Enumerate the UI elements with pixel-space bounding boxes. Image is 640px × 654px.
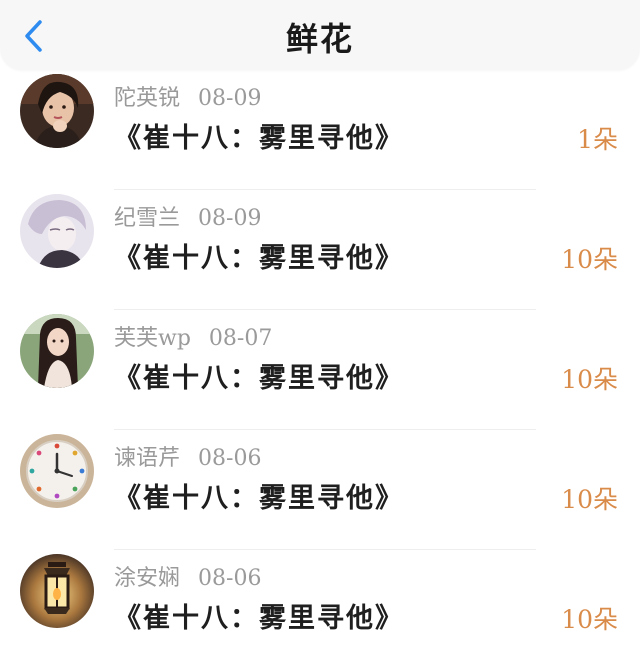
avatar[interactable] (20, 74, 94, 148)
list-item[interactable]: 纪雪兰 08-09 《崔十八：雾里寻他》 10朵 (0, 190, 640, 310)
sender-name: 纪雪兰 (114, 206, 181, 231)
page-title: 鲜花 (285, 20, 354, 58)
sender-meta: 涂安娴 08-06 (114, 560, 261, 592)
flower-count: 10朵 (561, 605, 618, 634)
list-item[interactable]: 芙芙wp 08-07 《崔十八：雾里寻他》 10朵 (0, 310, 640, 430)
book-title[interactable]: 《崔十八：雾里寻他》 (114, 116, 404, 155)
book-title[interactable]: 《崔十八：雾里寻他》 (114, 236, 404, 275)
flower-count: 10朵 (561, 245, 618, 274)
list-item[interactable]: 陀英锐 08-09 《崔十八：雾里寻他》 1朵 (0, 70, 640, 190)
send-date: 08-06 (198, 446, 262, 471)
book-title[interactable]: 《崔十八：雾里寻他》 (114, 356, 404, 395)
sender-name: 谏语芹 (114, 446, 181, 471)
sender-meta: 芙芙wp 08-07 (114, 320, 272, 352)
send-date: 08-07 (208, 326, 273, 351)
flower-list: 陀英锐 08-09 《崔十八：雾里寻他》 1朵 纪雪兰 08-09 《崔十八：雾里寻… (0, 70, 640, 654)
avatar[interactable] (20, 434, 94, 508)
sender-name: 陀英锐 (114, 86, 181, 111)
avatar[interactable] (20, 194, 94, 268)
list-item[interactable]: 谏语芹 08-06 《崔十八：雾里寻他》 10朵 (0, 430, 640, 550)
top-bar: 鲜花 (0, 0, 640, 70)
send-date: 08-06 (198, 566, 262, 591)
sender-name: 涂安娴 (114, 566, 181, 591)
sender-meta: 纪雪兰 08-09 (114, 200, 261, 232)
sender-name: 芙芙wp (114, 326, 191, 351)
sender-meta: 陀英锐 08-09 (114, 80, 261, 112)
send-date: 08-09 (198, 206, 262, 231)
avatar[interactable] (20, 314, 94, 388)
list-item[interactable]: 涂安娴 08-06 《崔十八：雾里寻他》 10朵 (0, 550, 640, 654)
sender-meta: 谏语芹 08-06 (114, 440, 261, 472)
flower-count: 10朵 (561, 365, 618, 394)
book-title[interactable]: 《崔十八：雾里寻他》 (114, 596, 404, 635)
book-title[interactable]: 《崔十八：雾里寻他》 (114, 476, 404, 515)
flower-count: 10朵 (561, 485, 618, 514)
send-date: 08-09 (198, 86, 262, 111)
avatar[interactable] (20, 554, 94, 628)
flower-count: 1朵 (577, 125, 618, 154)
